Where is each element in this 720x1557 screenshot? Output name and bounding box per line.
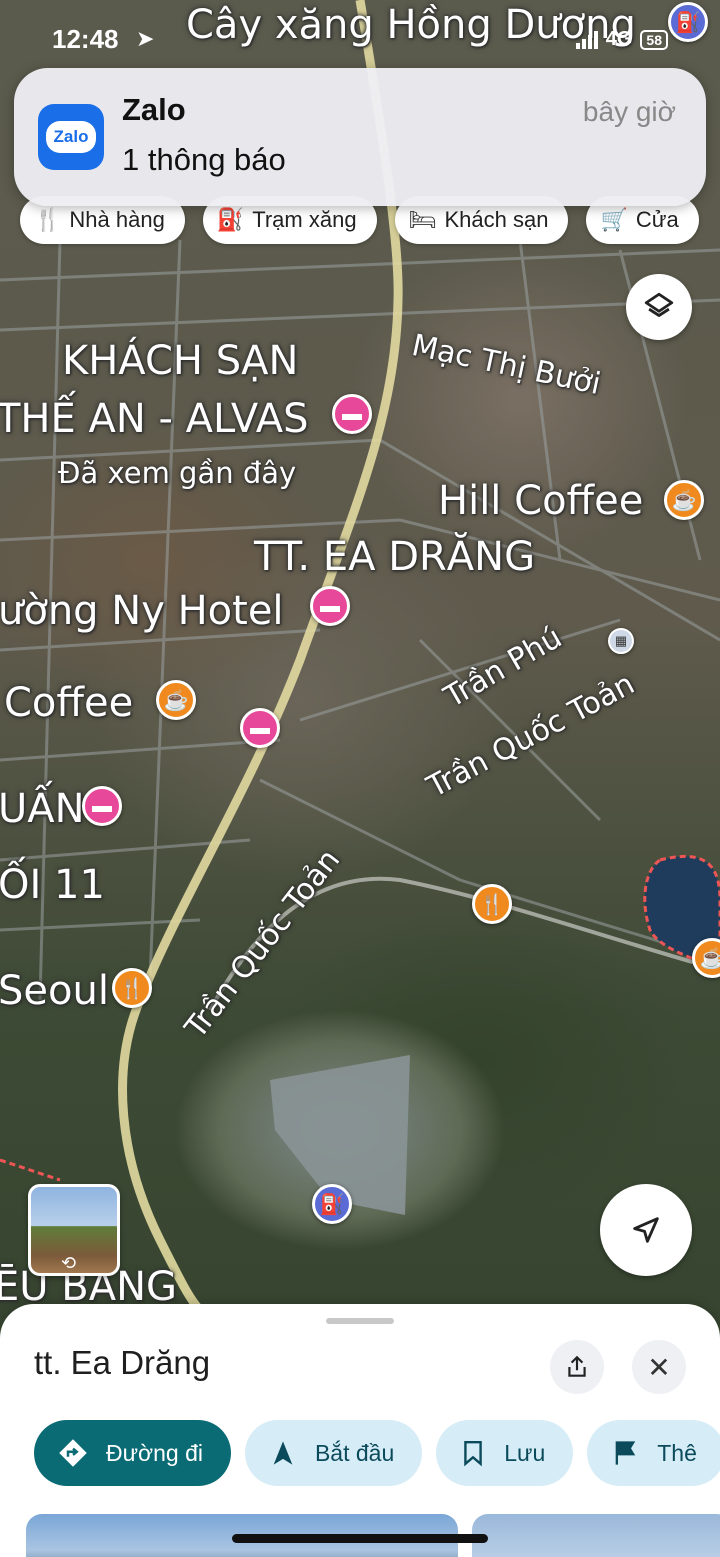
map-label-town: TT. EA DRĂNG [254, 534, 536, 580]
map-label-ny-hotel[interactable]: ường Ny Hotel [0, 588, 284, 634]
hotel-pin-icon[interactable]: ▬ [82, 786, 122, 826]
save-label: Lưu [504, 1439, 546, 1466]
status-time: 12:48 [52, 24, 119, 54]
coffee-pin-icon[interactable]: ☕ [664, 480, 704, 520]
place-bottom-sheet[interactable]: tt. Ea Drăng ✕ Đường đi Bắt đầu Lưu Thê [0, 1304, 720, 1557]
notification-title: Zalo [122, 92, 186, 127]
restaurant-pin-icon[interactable]: 🍴 [112, 968, 152, 1008]
notification-banner[interactable]: Zalo Zalo 1 thông báo bây giờ [14, 68, 706, 206]
start-button[interactable]: Bắt đầu [244, 1420, 423, 1486]
map-label-coffee[interactable]: Coffee [4, 680, 133, 726]
close-icon: ✕ [647, 1351, 671, 1383]
drag-handle[interactable] [326, 1318, 394, 1324]
directions-icon [59, 1439, 87, 1467]
layers-icon [644, 292, 674, 317]
bus-stop-icon[interactable]: ▦ [608, 628, 634, 654]
share-icon [568, 1355, 586, 1377]
close-button[interactable]: ✕ [632, 1340, 686, 1394]
fork-knife-icon: 🍴 [34, 207, 62, 232]
bookmark-icon [464, 1440, 483, 1467]
hotel-pin-icon[interactable]: ▬ [332, 394, 372, 434]
gas-pin-icon[interactable]: ⛽ [312, 1184, 352, 1224]
start-label: Bắt đầu [314, 1439, 395, 1466]
gas-pump-icon: ⛽ [216, 207, 245, 232]
directions-button[interactable]: Đường đi [34, 1420, 231, 1486]
chip-label: Trạm xăng [252, 207, 357, 232]
map-label-hill-coffee[interactable]: Hill Coffee [438, 478, 643, 524]
hotel-pin-icon[interactable]: ▬ [310, 586, 350, 626]
location-arrow-icon: ➤ [136, 26, 155, 51]
street-view-thumbnail[interactable]: ⟲ [28, 1184, 120, 1276]
signal-icon [575, 30, 598, 49]
map-label-seoul[interactable]: Seoul [0, 968, 109, 1014]
hotel-pin-icon[interactable]: ▬ [240, 708, 280, 748]
chip-label: Khách sạn [444, 207, 549, 232]
coffee-pin-icon[interactable]: ☕ [156, 680, 196, 720]
flag-icon [615, 1441, 636, 1465]
cart-icon: 🛒 [600, 207, 628, 232]
map-label-hotel-line1[interactable]: KHÁCH SẠN [62, 338, 298, 384]
action-buttons: Đường đi Bắt đầu Lưu Thê [34, 1420, 720, 1486]
my-location-button[interactable] [600, 1184, 692, 1276]
map-label-uan[interactable]: UẤN [0, 786, 85, 832]
recently-viewed-label: Đã xem gần đây [58, 456, 297, 490]
share-button[interactable] [550, 1340, 604, 1394]
chip-label: Cửa [635, 207, 679, 232]
more-button[interactable]: Thê [587, 1420, 720, 1486]
restaurant-pin-icon[interactable]: 🍴 [472, 884, 512, 924]
map-label-hotel-line2[interactable]: THẾ AN - ALVAS [0, 396, 308, 442]
notification-time: bây giờ [582, 96, 676, 127]
save-button[interactable]: Lưu [436, 1420, 574, 1486]
notification-body: 1 thông báo [122, 142, 286, 177]
rotate-360-icon: ⟲ [61, 1253, 77, 1273]
chip-label: Nhà hàng [69, 207, 165, 232]
navigation-arrow-icon [633, 1217, 659, 1243]
zalo-app-icon: Zalo [38, 104, 104, 170]
navigation-arrow-icon [273, 1441, 293, 1465]
network-type: 4G [605, 28, 633, 50]
place-title: tt. Ea Drăng [34, 1344, 211, 1381]
home-indicator[interactable] [232, 1534, 488, 1543]
status-bar: 12:48 ➤ 4G 58 [0, 0, 720, 70]
directions-label: Đường đi [106, 1439, 203, 1466]
map-label-oi11: ỐI 11 [0, 862, 105, 908]
battery-icon: 58 [640, 29, 668, 50]
place-photo[interactable] [472, 1514, 720, 1557]
bed-icon: 🛏 [408, 207, 437, 232]
layers-button[interactable] [626, 274, 692, 340]
more-label: Thê [657, 1439, 697, 1466]
